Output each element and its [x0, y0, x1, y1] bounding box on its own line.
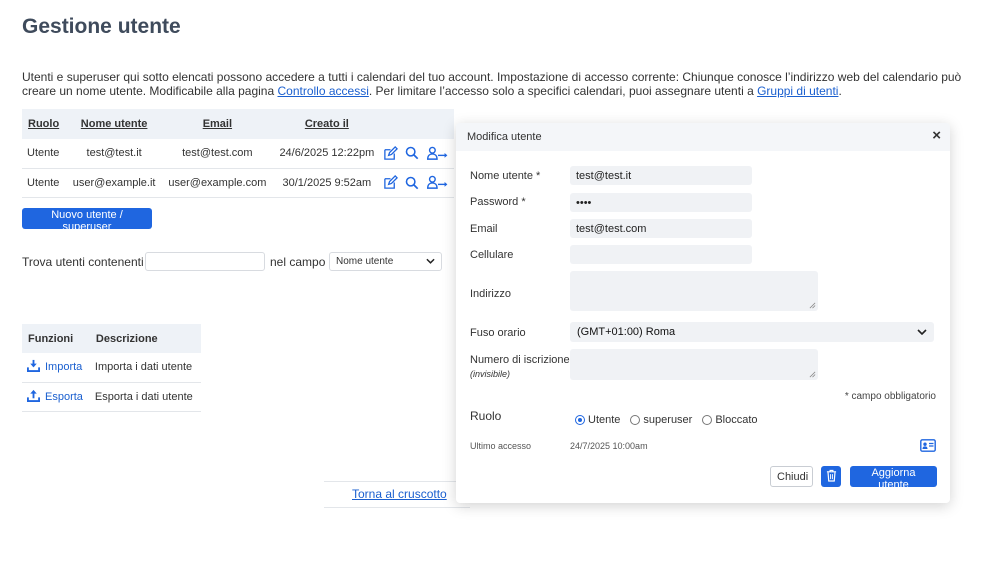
search-icon[interactable] — [405, 176, 419, 190]
delete-button[interactable] — [821, 466, 841, 487]
close-button[interactable]: Chiudi — [770, 466, 813, 487]
col-header-description: Descrizione — [89, 324, 201, 353]
search-icon[interactable] — [405, 146, 419, 160]
cell-username: user@example.it — [66, 168, 162, 198]
col-header-email[interactable]: Email — [161, 109, 273, 139]
import-link[interactable]: Importa — [27, 359, 82, 375]
col-header-username[interactable]: Nome utente — [66, 109, 162, 139]
timezone-value: (GMT+01:00) Roma — [577, 326, 676, 338]
role-radio-user[interactable]: Utente — [575, 414, 620, 426]
last-access-label: Ultimo accesso — [470, 441, 532, 451]
password-field[interactable]: •••• — [570, 193, 752, 212]
functions-table: Funzioni Descrizione Importa Importa i d… — [22, 324, 201, 412]
col-header-role[interactable]: Ruolo — [22, 109, 67, 139]
username-field[interactable]: test@test.it — [570, 166, 752, 185]
cell-description: Esporta i dati utente — [89, 382, 201, 412]
id-card-icon[interactable] — [920, 439, 936, 455]
update-user-button[interactable]: Aggiorna utente — [850, 466, 937, 491]
close-icon[interactable]: × — [932, 128, 941, 143]
search-field-label: nel campo — [270, 255, 326, 269]
edit-user-modal: Modifica utente × Nome utente * test@tes… — [456, 123, 950, 503]
search-field-select[interactable]: Nome utente — [329, 252, 442, 271]
divider — [324, 481, 470, 482]
registration-sublabel: (invisibile) — [470, 369, 511, 379]
search-input[interactable] — [145, 252, 265, 271]
user-switch-icon[interactable] — [426, 146, 450, 161]
users-table: Ruolo Nome utente Email Creato il Utente… — [22, 109, 454, 198]
table-row: Utente user@example.it user@example.com … — [22, 168, 454, 198]
cell-created: 30/1/2025 9:52am — [272, 168, 381, 198]
role-radio-group: Utente superuser Bloccato — [575, 414, 758, 426]
username-label: Nome utente * — [470, 170, 541, 182]
resize-grip-icon[interactable] — [809, 302, 816, 309]
table-row: Importa Importa i dati utente — [22, 353, 201, 383]
user-groups-link[interactable]: Gruppi di utenti — [757, 84, 838, 98]
email-field[interactable]: test@test.com — [570, 219, 752, 238]
intro-text: Utenti e superuser qui sotto elencati po… — [22, 70, 962, 98]
address-field[interactable] — [570, 271, 818, 311]
cell-email: test@test.com — [161, 139, 273, 169]
search-label: Trova utenti contenenti — [22, 255, 144, 269]
col-header-function: Funzioni — [22, 324, 90, 353]
last-access-value: 24/7/2025 10:00am — [570, 441, 648, 451]
cell-description: Importa i dati utente — [89, 353, 201, 383]
role-radio-superuser[interactable]: superuser — [630, 414, 692, 426]
password-label: Password * — [470, 196, 526, 208]
search-field-value: Nome utente — [336, 256, 394, 267]
email-label: Email — [470, 223, 498, 235]
divider — [324, 507, 470, 508]
page-title: Gestione utente — [22, 15, 181, 38]
cell-actions — [380, 168, 454, 198]
resize-grip-icon[interactable] — [809, 371, 816, 378]
role-label: Ruolo — [470, 409, 502, 423]
user-switch-icon[interactable] — [426, 175, 450, 190]
col-header-created[interactable]: Creato il — [272, 109, 381, 139]
cell-actions — [380, 139, 454, 169]
registration-field[interactable] — [570, 349, 818, 380]
mobile-label: Cellulare — [470, 249, 514, 261]
access-control-link[interactable]: Controllo accessi — [278, 84, 369, 98]
cell-email: user@example.com — [161, 168, 273, 198]
edit-icon[interactable] — [383, 175, 398, 190]
export-icon — [27, 389, 40, 405]
cell-role: Utente — [22, 139, 67, 169]
timezone-select[interactable]: (GMT+01:00) Roma — [570, 322, 934, 342]
table-row: Utente test@test.it test@test.com 24/6/2… — [22, 139, 454, 169]
timezone-label: Fuso orario — [470, 327, 526, 339]
modal-header: Modifica utente × — [456, 123, 950, 151]
table-row: Esporta Esporta i dati utente — [22, 382, 201, 412]
address-label: Indirizzo — [470, 288, 511, 300]
mobile-field[interactable] — [570, 245, 752, 264]
col-header-actions — [380, 109, 454, 139]
chevron-down-icon — [426, 256, 435, 267]
new-user-button[interactable]: Nuovo utente / superuser — [22, 208, 152, 233]
cell-role: Utente — [22, 168, 67, 198]
required-note: * campo obbligatorio — [844, 391, 936, 402]
back-to-dashboard-link[interactable]: Torna al cruscotto — [352, 487, 447, 501]
chevron-down-icon — [917, 326, 927, 338]
cell-username: test@test.it — [66, 139, 162, 169]
modal-title: Modifica utente — [467, 131, 542, 143]
cell-created: 24/6/2025 12:22pm — [272, 139, 381, 169]
import-icon — [27, 359, 40, 375]
registration-label: Numero di iscrizione — [470, 354, 570, 366]
role-radio-blocked[interactable]: Bloccato — [702, 414, 758, 426]
trash-icon — [826, 469, 837, 485]
export-link[interactable]: Esporta — [27, 389, 83, 405]
edit-icon[interactable] — [383, 145, 398, 161]
